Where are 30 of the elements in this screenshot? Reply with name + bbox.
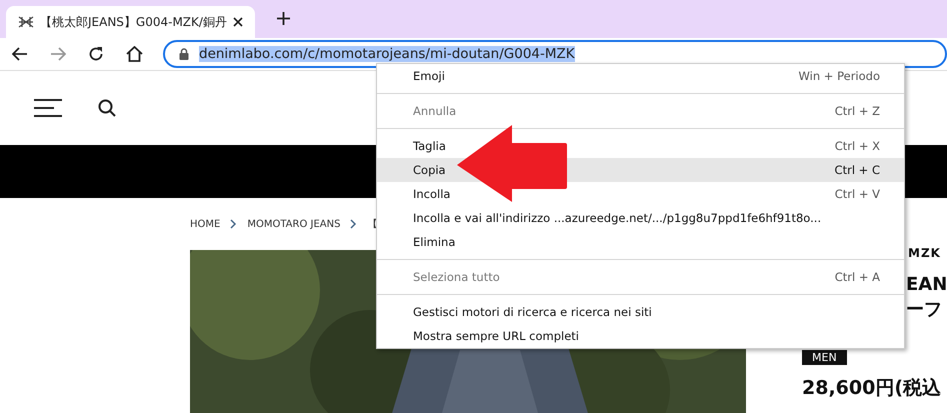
category-tag: MEN — [802, 350, 847, 365]
url-text: denimlabo.com/c/momotarojeans/mi-doutan/G004-MZK — [199, 46, 575, 62]
menu-item[interactable]: Mostra sempre URL completi — [377, 324, 904, 348]
menu-item[interactable]: Incolla Ctrl + V — [377, 182, 904, 206]
product-price: 28,600円(税込 — [802, 376, 942, 401]
reload-icon[interactable] — [88, 46, 104, 62]
chevron-icon — [230, 219, 238, 229]
menu-item[interactable]: Gestisci motori di ricerca e ricerca nei siti — [377, 300, 904, 324]
product-title: EAN — [906, 273, 947, 297]
forward-icon[interactable] — [50, 47, 66, 61]
breadcrumb-link[interactable]: MOMOTARO JEANS — [247, 218, 340, 230]
product-title: ーフ — [906, 298, 943, 322]
new-tab-icon[interactable] — [276, 12, 290, 24]
breadcrumb-link[interactable]: 【 — [367, 217, 378, 231]
browser-tab[interactable]: 【桃太郎JEANS】G004-MZK/銅丹 — [6, 6, 255, 38]
menu-icon[interactable] — [34, 99, 62, 117]
tab-title: 【桃太郎JEANS】G004-MZK/銅丹 — [40, 14, 227, 30]
home-icon[interactable] — [126, 46, 143, 62]
menu-item[interactable]: Elimina — [377, 230, 904, 254]
favicon-icon — [18, 16, 34, 28]
breadcrumb-link[interactable]: HOME — [190, 218, 220, 230]
lock-icon — [179, 48, 189, 60]
menu-item[interactable]: Incolla e vai all'indirizzo ...azureedge.net/.../p1gg8u7ppd1fe6hf91t8o... — [377, 206, 904, 230]
arrow-icon — [455, 124, 567, 202]
chevron-icon — [350, 219, 358, 229]
search-icon[interactable] — [98, 99, 116, 117]
close-icon[interactable] — [232, 17, 243, 27]
product-code: MZK — [908, 246, 941, 260]
back-icon[interactable] — [12, 47, 28, 61]
menu-item[interactable]: Taglia Ctrl + X — [377, 134, 904, 158]
